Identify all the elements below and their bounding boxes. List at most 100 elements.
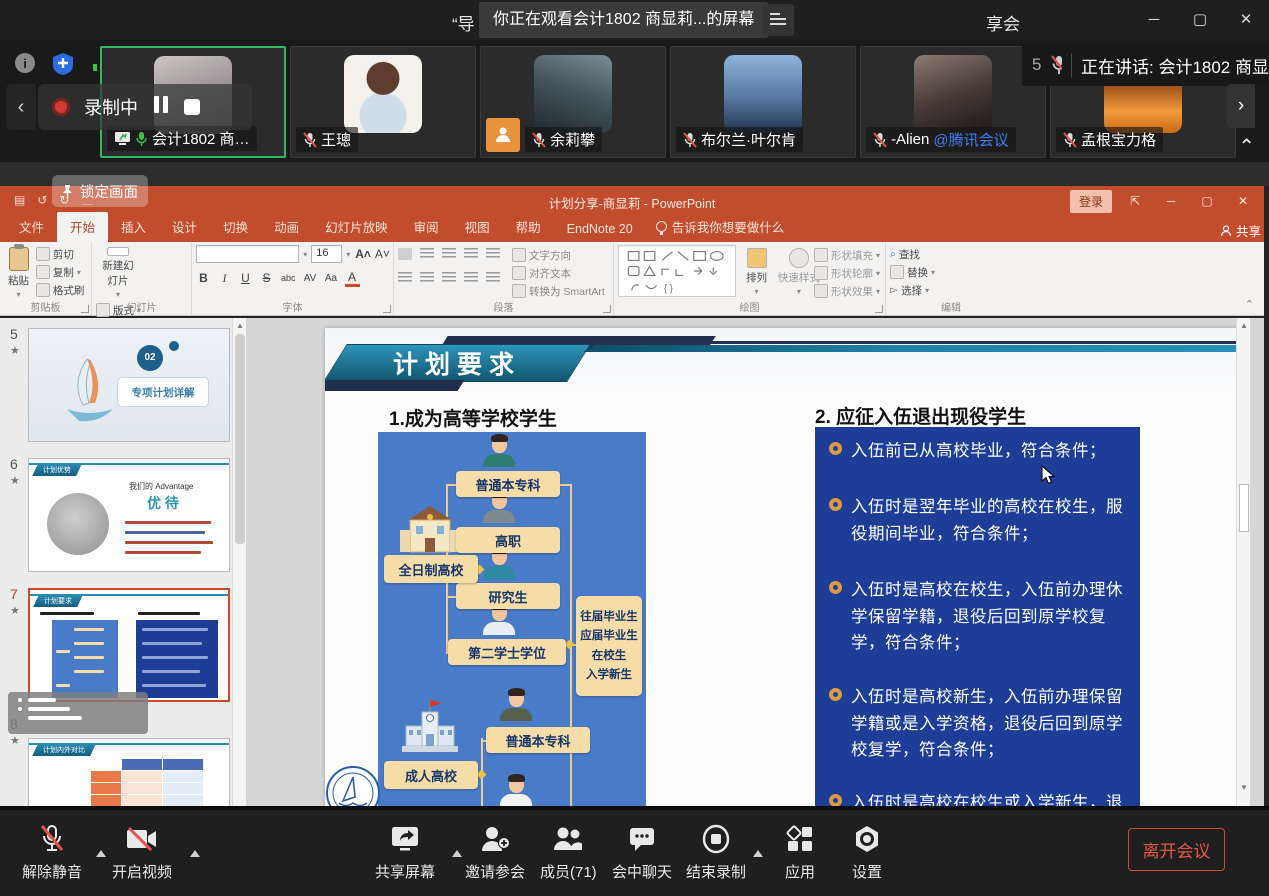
- tab-view[interactable]: 视图: [452, 212, 503, 242]
- copy-button[interactable]: 复制▾: [36, 263, 85, 281]
- tell-me-box[interactable]: 告诉我你想要做什么: [646, 212, 795, 242]
- paste-button[interactable]: 粘贴▾: [4, 245, 33, 301]
- change-case-button[interactable]: Aa: [324, 273, 339, 284]
- font-dialog-launcher[interactable]: [383, 305, 391, 313]
- columns-icon[interactable]: [486, 272, 500, 284]
- font-color-button[interactable]: A: [345, 270, 360, 287]
- ppt-minimize-button[interactable]: ─: [1154, 186, 1188, 216]
- scrollbar-thumb[interactable]: [235, 334, 245, 544]
- cut-button[interactable]: 剪切: [36, 245, 85, 263]
- font-size-input[interactable]: 16: [311, 245, 342, 263]
- tab-file[interactable]: 文件: [6, 212, 57, 242]
- info-icon[interactable]: i: [14, 52, 36, 79]
- align-text-button[interactable]: 对齐文本: [512, 264, 605, 282]
- record-options-arrow[interactable]: [753, 850, 763, 857]
- shrink-font-button[interactable]: A˅: [374, 247, 389, 261]
- maximize-button[interactable]: ▢: [1177, 0, 1223, 40]
- smartart-button[interactable]: 转换为 SmartArt: [512, 282, 605, 300]
- ppt-maximize-button[interactable]: ▢: [1190, 186, 1224, 216]
- minimize-button[interactable]: ─: [1131, 0, 1177, 40]
- ppt-share-button[interactable]: 共享: [1220, 221, 1261, 240]
- tab-help[interactable]: 帮助: [503, 212, 554, 242]
- shape-effects-button[interactable]: 形状效果▾: [814, 282, 880, 300]
- thumbnail-scrollbar[interactable]: ▲: [232, 318, 246, 806]
- numbering-icon[interactable]: [420, 248, 434, 260]
- participant-tile[interactable]: -Alien@腾讯会议: [860, 46, 1046, 158]
- align-left-icon[interactable]: [398, 272, 412, 284]
- slide-thumbnail[interactable]: 计划优势 我们的 Advantage 优 待: [28, 458, 230, 572]
- text-direction-button[interactable]: 文字方向: [512, 246, 605, 264]
- drawing-dialog-launcher[interactable]: [875, 305, 883, 313]
- share-options-arrow[interactable]: [452, 850, 462, 857]
- tab-slideshow[interactable]: 幻灯片放映: [312, 212, 401, 242]
- unmute-button[interactable]: 解除静音: [22, 824, 82, 882]
- tab-home[interactable]: 开始: [57, 212, 108, 242]
- mic-options-arrow[interactable]: [96, 850, 106, 857]
- shape-fill-button[interactable]: 形状填充▾: [814, 246, 880, 264]
- collapse-strip-chevron-icon[interactable]: ⌃: [1238, 134, 1255, 159]
- share-screen-button[interactable]: 共享屏幕: [375, 824, 435, 882]
- scrollbar-thumb[interactable]: [1239, 484, 1249, 532]
- stop-record-button[interactable]: 结束录制: [686, 824, 746, 882]
- format-painter-button[interactable]: 格式刷: [36, 281, 85, 299]
- shield-icon[interactable]: [52, 52, 74, 81]
- tab-animations[interactable]: 动画: [261, 212, 312, 242]
- select-button[interactable]: ▻选择▾: [890, 281, 1012, 299]
- floating-panel-collapsed[interactable]: [8, 692, 148, 734]
- align-right-icon[interactable]: [442, 272, 456, 284]
- tab-design[interactable]: 设计: [159, 212, 210, 242]
- font-name-input[interactable]: [196, 245, 299, 263]
- collapse-recording-bar-button[interactable]: ‹: [6, 84, 36, 130]
- bold-button[interactable]: B: [196, 271, 211, 285]
- increase-indent-icon[interactable]: [464, 248, 478, 260]
- tab-endnote[interactable]: EndNote 20: [554, 217, 646, 242]
- justify-icon[interactable]: [464, 272, 478, 284]
- collapse-ribbon-chevron-icon[interactable]: ⌃: [1245, 298, 1254, 311]
- underline-button[interactable]: U: [238, 271, 253, 285]
- ppt-close-button[interactable]: ✕: [1226, 186, 1260, 216]
- participant-tile[interactable]: 王璁: [290, 46, 476, 158]
- close-button[interactable]: ✕: [1223, 0, 1269, 40]
- shadow-button[interactable]: abc: [280, 273, 297, 283]
- line-spacing-icon[interactable]: [486, 248, 500, 260]
- ribbon-display-options-button[interactable]: ⇱: [1118, 186, 1152, 216]
- paragraph-dialog-launcher[interactable]: [603, 305, 611, 313]
- scroll-up-icon[interactable]: ▲: [1240, 321, 1248, 330]
- slide-scrollbar[interactable]: ▲ ▼: [1236, 318, 1250, 806]
- shape-outline-button[interactable]: 形状轮廓▾: [814, 264, 880, 282]
- clipboard-dialog-launcher[interactable]: [81, 305, 89, 313]
- ppt-login-button[interactable]: 登录: [1070, 190, 1112, 213]
- layout-menu-icon[interactable]: [762, 4, 794, 36]
- replace-button[interactable]: 替换▾: [890, 263, 1012, 281]
- stop-recording-button[interactable]: [184, 99, 200, 115]
- invite-button[interactable]: 邀请参会: [465, 824, 525, 882]
- italic-button[interactable]: I: [217, 271, 232, 286]
- align-center-icon[interactable]: [420, 272, 434, 284]
- apps-button[interactable]: 应用: [785, 824, 815, 882]
- chat-button[interactable]: 会中聊天: [612, 824, 672, 882]
- decrease-indent-icon[interactable]: [442, 248, 456, 260]
- start-video-button[interactable]: 开启视频: [112, 824, 172, 882]
- scroll-down-icon[interactable]: ▼: [1240, 783, 1248, 792]
- leave-meeting-button[interactable]: 离开会议: [1128, 828, 1225, 871]
- find-button[interactable]: ⌕查找: [890, 245, 1012, 263]
- participant-tile[interactable]: 余莉攀: [480, 46, 666, 158]
- char-spacing-button[interactable]: AV: [303, 273, 318, 284]
- strikethrough-button[interactable]: S: [259, 271, 274, 285]
- arrange-button[interactable]: 排列▾: [742, 246, 771, 302]
- tab-transitions[interactable]: 切换: [210, 212, 261, 242]
- video-options-arrow[interactable]: [190, 850, 200, 857]
- slide-thumbnail-selected[interactable]: 计划要求: [28, 588, 230, 702]
- slide-thumbnail[interactable]: 计划内外对比: [28, 738, 230, 806]
- bullets-icon[interactable]: [398, 248, 412, 260]
- new-slide-button[interactable]: 新建幻灯片▾: [96, 245, 140, 301]
- slide-thumbnail[interactable]: 02 专项计划详解: [28, 328, 230, 442]
- settings-button[interactable]: 设置: [852, 824, 882, 882]
- grow-font-button[interactable]: A˄: [354, 247, 370, 261]
- shapes-gallery[interactable]: { }: [618, 245, 736, 297]
- members-button[interactable]: 成员(71): [540, 824, 597, 882]
- scroll-up-icon[interactable]: ▲: [236, 321, 244, 330]
- tab-review[interactable]: 审阅: [401, 212, 452, 242]
- tab-insert[interactable]: 插入: [108, 212, 159, 242]
- next-participants-button[interactable]: ›: [1227, 84, 1255, 128]
